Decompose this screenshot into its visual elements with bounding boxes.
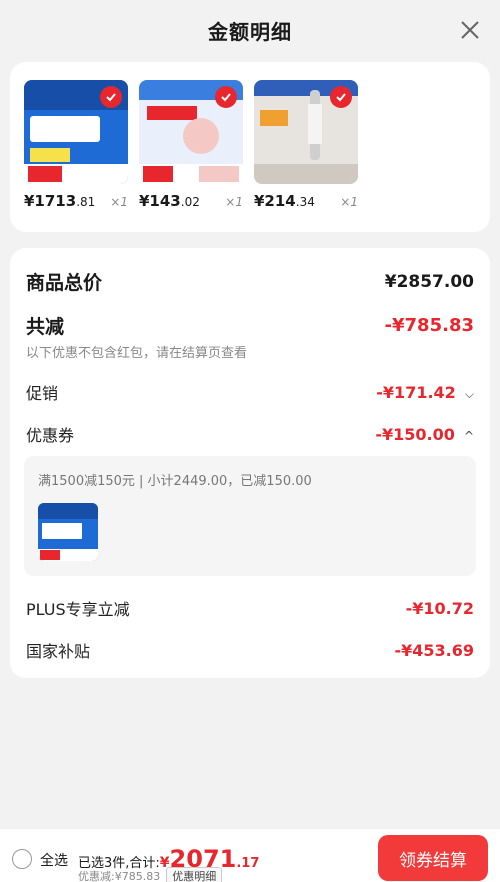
discount-summary: 优惠减:¥785.83 优惠明细: [78, 867, 223, 882]
selected-check-icon: [215, 86, 237, 108]
total-label: 商品总价: [26, 272, 103, 294]
coupon-product-image: [38, 503, 98, 561]
coupon-value: -¥150.00: [375, 424, 455, 444]
select-all-label[interactable]: 全选: [40, 850, 68, 870]
promo-label: 促销: [26, 384, 59, 403]
coupon-row[interactable]: 优惠券 -¥150.00 ^: [26, 422, 474, 446]
select-all-radio[interactable]: [12, 849, 32, 869]
plus-value: -¥10.72: [405, 598, 474, 618]
total-value: ¥2857.00: [384, 271, 474, 292]
promo-value: -¥171.42: [376, 382, 456, 402]
discount-value: -¥785.83: [384, 315, 474, 336]
product-image[interactable]: [24, 80, 128, 184]
chevron-down-icon[interactable]: ⌵: [465, 387, 474, 402]
subsidy-label: 国家补贴: [26, 642, 91, 661]
promo-row[interactable]: 促销 -¥171.42 ⌵: [26, 380, 474, 404]
product-qty: ×1: [110, 195, 128, 209]
discount-detail-button[interactable]: 优惠明细: [166, 867, 223, 882]
subsidy-row: 国家补贴 -¥453.69: [26, 638, 474, 662]
bottom-bar: 全选 已选3件,合计: ¥ 2071 .17 优惠减:¥785.83 优惠明细 …: [0, 828, 500, 882]
product-price: ¥1713.81: [24, 192, 96, 210]
discount-row: 共减 -¥785.83: [26, 312, 474, 339]
product-image[interactable]: [139, 80, 243, 184]
product-price: ¥214.34: [254, 192, 315, 210]
total-row: 商品总价 ¥2857.00: [26, 268, 474, 295]
plus-row: PLUS专享立减 -¥10.72: [26, 596, 474, 620]
product-item[interactable]: ¥1713.81 ×1: [24, 80, 128, 214]
subsidy-value: -¥453.69: [394, 640, 474, 660]
chevron-up-icon[interactable]: ^: [464, 429, 474, 443]
product-qty: ×1: [340, 195, 358, 209]
selected-check-icon: [330, 86, 352, 108]
product-image[interactable]: [254, 80, 358, 184]
selected-check-icon: [100, 86, 122, 108]
amount-detail-card: 商品总价 ¥2857.00 共减 -¥785.83 以下优惠不包含红包，请在结算…: [10, 248, 490, 678]
coupon-detail-text: 满1500减150元 | 小计2449.00，已减150.00: [38, 474, 312, 489]
product-item[interactable]: ¥214.34 ×1: [254, 80, 358, 214]
close-icon[interactable]: [458, 18, 482, 42]
coupon-label: 优惠券: [26, 426, 75, 445]
footer-total-decimal: .17: [236, 856, 260, 871]
product-qty: ×1: [225, 195, 243, 209]
discount-label: 共减: [26, 316, 65, 338]
product-list: ¥1713.81 ×1 ¥143.02 ×1 ¥214.34 ×1: [10, 62, 490, 232]
page-title: 金额明细: [208, 19, 292, 44]
coupon-detail-box: 满1500减150元 | 小计2449.00，已减150.00: [24, 456, 476, 576]
discount-note: 以下优惠不包含红包，请在结算页查看: [26, 346, 248, 361]
plus-label: PLUS专享立减: [26, 600, 130, 619]
header: 金额明细: [0, 0, 500, 60]
product-price: ¥143.02: [139, 192, 200, 210]
footer-discount: 优惠减:¥785.83: [78, 870, 161, 882]
product-item[interactable]: ¥143.02 ×1: [139, 80, 243, 214]
checkout-button[interactable]: 领券结算: [378, 835, 488, 881]
